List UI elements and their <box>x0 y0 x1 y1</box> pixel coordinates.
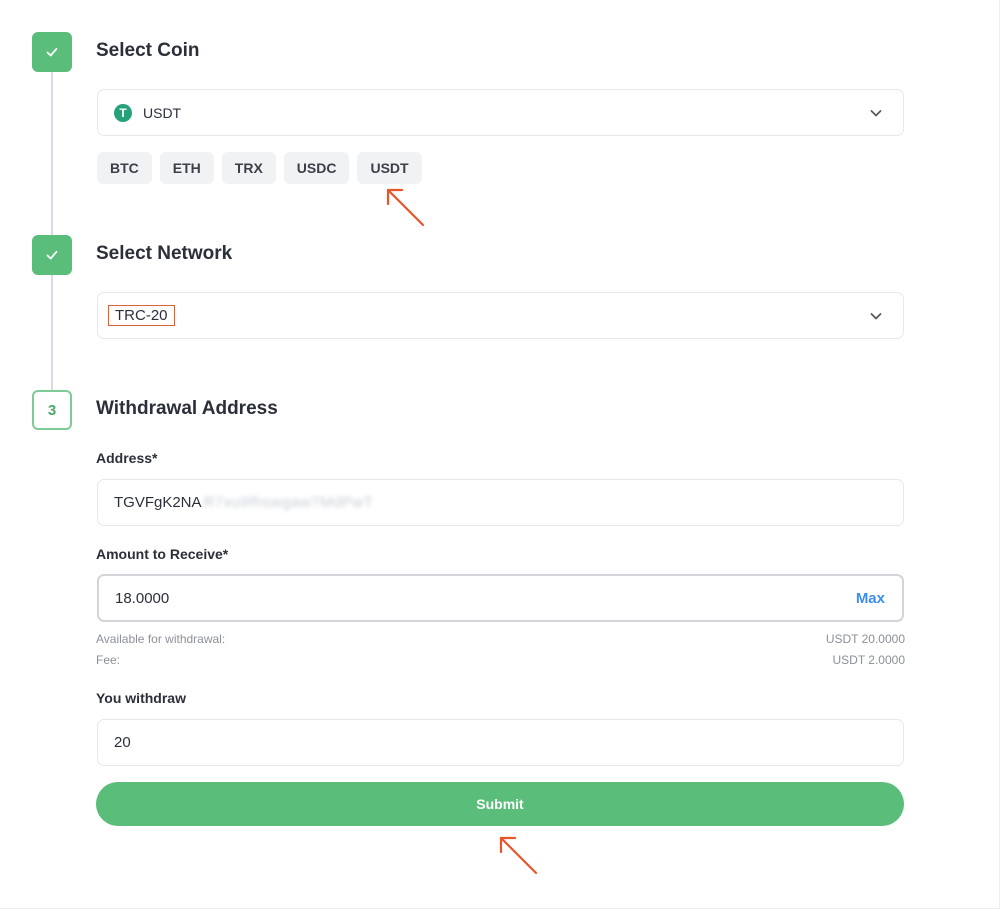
amount-input[interactable]: 18.0000 Max <box>97 574 904 622</box>
coin-chip-usdt[interactable]: USDT <box>357 152 422 184</box>
step-1-title: Select Coin <box>96 40 200 61</box>
network-select-value: TRC-20 <box>108 305 175 326</box>
coin-select[interactable]: T USDT <box>97 89 904 136</box>
step-2-title: Select Network <box>96 243 233 264</box>
annotation-arrow-icon <box>499 836 538 875</box>
step-3-title: Withdrawal Address <box>96 398 278 419</box>
max-button[interactable]: Max <box>856 590 885 607</box>
step-3-badge: 3 <box>32 390 72 430</box>
withdraw-label: You withdraw <box>96 690 186 706</box>
fee-label: Fee: <box>96 653 121 667</box>
chevron-down-icon <box>870 109 882 116</box>
check-icon <box>46 47 58 57</box>
withdraw-input[interactable]: 20 <box>97 719 904 766</box>
annotation-arrow-icon <box>386 188 425 227</box>
address-value: TGVFgK2NA <box>114 494 202 511</box>
address-label: Address* <box>96 450 158 466</box>
coin-chip-usdc[interactable]: USDC <box>283 152 350 184</box>
chevron-down-icon <box>870 312 882 319</box>
coin-chip-trx[interactable]: TRX <box>221 152 276 184</box>
fee-row: Fee: USDT 2.0000 <box>96 653 905 667</box>
available-row: Available for withdrawal: USDT 20.0000 <box>96 632 905 646</box>
amount-label: Amount to Receive* <box>96 546 229 562</box>
amount-value: 18.0000 <box>115 589 170 607</box>
step-connector <box>51 275 53 390</box>
coin-chip-eth[interactable]: ETH <box>159 152 214 184</box>
available-value: USDT 20.0000 <box>825 632 905 646</box>
fee-value: USDT 2.0000 <box>832 653 906 667</box>
address-input[interactable]: TGVFgK2NA R7xu9fhswgaw7MdPwT <box>97 479 904 526</box>
step-connector <box>51 72 53 235</box>
address-value-blurred: R7xu9fhswgaw7MdPwT <box>203 494 374 511</box>
available-label: Available for withdrawal: <box>96 632 226 646</box>
tether-coin-icon: T <box>114 103 132 122</box>
step-2-done-badge <box>32 235 72 275</box>
network-select[interactable]: TRC-20 <box>97 292 904 339</box>
withdraw-value: 20 <box>114 734 131 751</box>
submit-button[interactable]: Submit <box>96 782 904 826</box>
step-1-done-badge <box>32 32 72 72</box>
coin-chip-btc[interactable]: BTC <box>97 152 152 184</box>
coin-quick-chips: BTC ETH TRX USDC USDT <box>97 152 422 184</box>
coin-select-value: USDT <box>143 104 182 121</box>
check-icon <box>46 250 58 260</box>
